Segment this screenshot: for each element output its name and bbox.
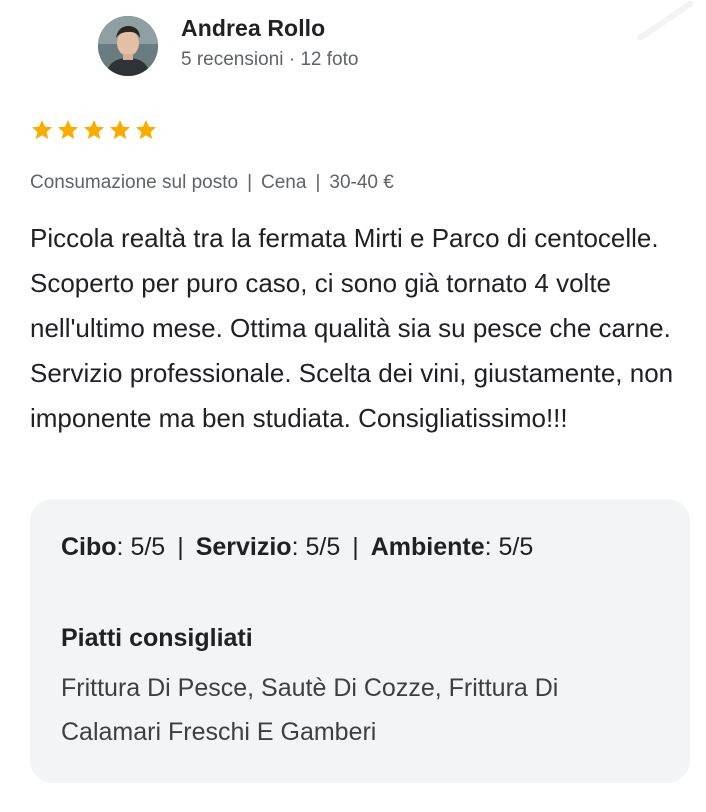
separator: | xyxy=(177,533,184,561)
rating-label-service: Servizio xyxy=(195,533,292,561)
rating-value-service: : 5/5 xyxy=(291,533,341,561)
star-rating xyxy=(30,118,158,142)
rating-label-food: Cibo xyxy=(61,533,117,561)
star-icon xyxy=(32,120,52,139)
dishes-title: Piatti consigliati xyxy=(61,624,253,652)
user-avatar-photo-icon xyxy=(98,16,158,76)
rating-label-ambience: Ambiente xyxy=(370,533,485,561)
separator: | xyxy=(247,172,253,193)
avatar[interactable] xyxy=(98,16,158,76)
star-icon xyxy=(136,120,156,139)
separator: | xyxy=(315,172,321,193)
star-icon xyxy=(58,120,78,139)
review-card: Andrea Rollo 5 recensioni · 12 foto Cons… xyxy=(0,0,706,812)
review-text: Piccola realtà tra la fermata Mirti e Pa… xyxy=(30,223,674,433)
rating-value-ambience: : 5/5 xyxy=(484,533,534,561)
details-panel: Cibo: 5/5 | Servizio: 5/5 | Ambiente: 5/5 Pi… xyxy=(30,499,690,783)
visit-info: Consumazione sul posto | Cena | 30-40 € xyxy=(30,172,394,194)
rating-value-food: : 5/5 xyxy=(116,533,166,561)
visit-type: Consumazione sul posto xyxy=(30,172,239,193)
visit-price: 30-40 € xyxy=(329,172,394,193)
author-name[interactable]: Andrea Rollo xyxy=(181,15,325,42)
sub-ratings: Cibo: 5/5 | Servizio: 5/5 | Ambiente: 5/5 xyxy=(61,533,533,562)
separator: | xyxy=(352,533,359,561)
star-icon xyxy=(84,120,104,139)
author-meta: 5 recensioni · 12 foto xyxy=(181,49,359,70)
visit-meal: Cena xyxy=(261,172,307,193)
faint-decoration-icon xyxy=(637,1,693,40)
dishes-list: Frittura Di Pesce, Sautè Di Cozze, Fritt… xyxy=(61,674,559,746)
star-icon xyxy=(110,120,130,139)
